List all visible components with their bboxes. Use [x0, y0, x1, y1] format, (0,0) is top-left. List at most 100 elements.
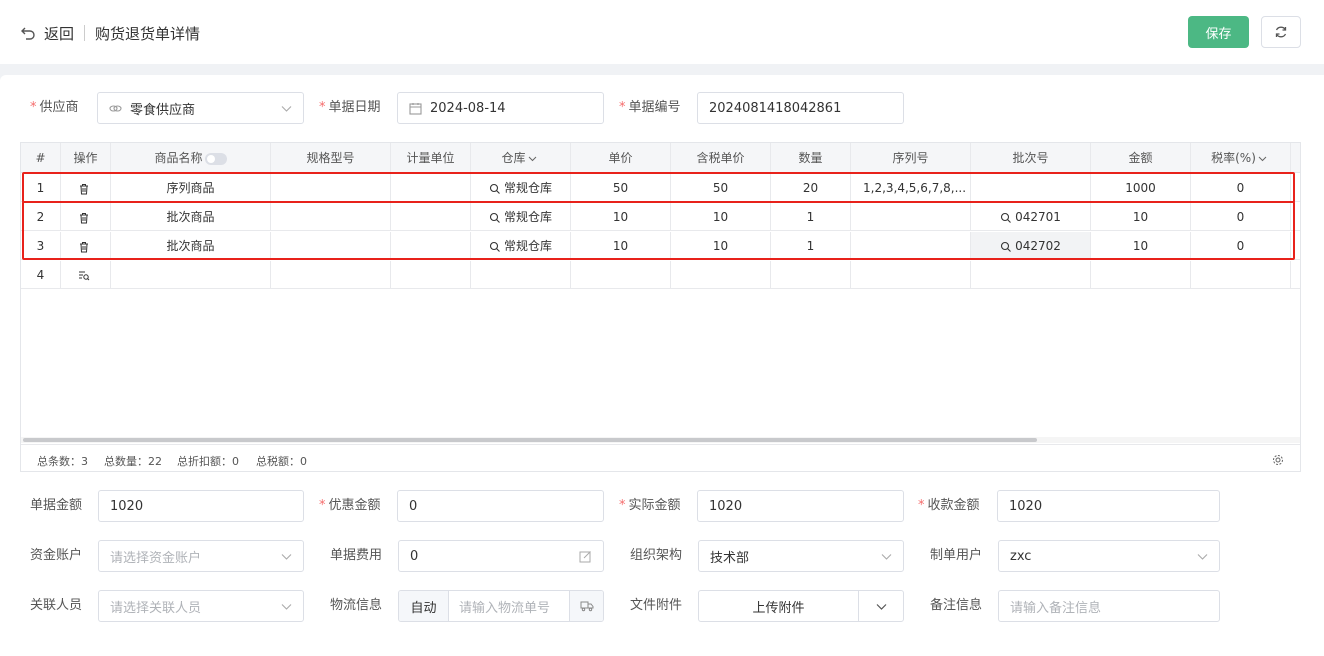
received-amount-input[interactable]: 1020: [997, 490, 1220, 522]
col-tax-rate[interactable]: 税率(%): [1191, 143, 1291, 173]
serial-cell[interactable]: [851, 261, 971, 289]
page-header: 返回 购货退货单详情 保存: [0, 0, 1324, 64]
creator-label: 制单用户: [930, 548, 983, 563]
col-amount: 金额: [1091, 143, 1191, 173]
upload-attachment-button[interactable]: 上传附件: [698, 590, 859, 622]
qty-cell[interactable]: 20: [771, 174, 851, 202]
bill-number-input[interactable]: 2024081418042861: [697, 92, 904, 124]
batch-cell-selected[interactable]: 042702: [971, 232, 1091, 260]
delete-button[interactable]: [61, 203, 111, 231]
bill-fee-input[interactable]: 0: [398, 540, 604, 572]
col-batch: 批次号: [971, 143, 1091, 173]
back-button[interactable]: 返回 购货退货单详情: [20, 22, 200, 44]
row-index: 3: [21, 232, 61, 260]
search-icon: [489, 183, 500, 194]
logistics-input[interactable]: 自动 请输入物流单号: [398, 590, 604, 622]
batch-cell[interactable]: [971, 261, 1091, 289]
tax-price-cell[interactable]: 10: [671, 203, 771, 231]
remark-input[interactable]: 请输入备注信息: [998, 590, 1220, 622]
spec-cell[interactable]: [271, 203, 391, 231]
undo-icon: [21, 27, 35, 40]
batch-cell[interactable]: 042701: [971, 203, 1091, 231]
search-goods-button[interactable]: [61, 261, 111, 289]
table-row[interactable]: 3 批次商品 常规仓库 10 10 1 042702 10 0: [21, 232, 1300, 260]
qty-cell[interactable]: [771, 261, 851, 289]
supplier-label: * 供应商: [30, 100, 79, 115]
qty-cell[interactable]: 1: [771, 232, 851, 260]
date-picker[interactable]: 2024-08-14: [397, 92, 604, 124]
delete-button[interactable]: [61, 174, 111, 202]
goods-name-cell[interactable]: 序列商品: [111, 174, 271, 202]
price-cell[interactable]: 10: [571, 203, 671, 231]
warehouse-cell[interactable]: [471, 261, 571, 289]
delete-button[interactable]: [61, 232, 111, 260]
amount-cell[interactable]: 10: [1091, 203, 1191, 231]
chevron-down-icon: [1197, 554, 1208, 560]
discount-amount-input[interactable]: 0: [397, 490, 604, 522]
table-row[interactable]: 1 序列商品 常规仓库 50 50 20 1,2,3,4,5,6,7,8,...…: [21, 174, 1300, 202]
supplier-select[interactable]: 零食供应商: [97, 92, 304, 124]
creator-select[interactable]: zxc: [998, 540, 1220, 572]
edit-icon[interactable]: [579, 550, 592, 563]
actual-amount-input[interactable]: 1020: [697, 490, 904, 522]
goods-name-toggle[interactable]: [204, 152, 227, 165]
trash-icon: [80, 212, 88, 223]
tax-rate-cell[interactable]: 0: [1191, 174, 1291, 202]
spec-cell[interactable]: [271, 232, 391, 260]
warehouse-cell[interactable]: 常规仓库: [471, 174, 571, 202]
related-person-select[interactable]: 请选择关联人员: [98, 590, 304, 622]
calendar-icon: [409, 102, 422, 115]
chevron-down-icon: [281, 554, 292, 560]
table-header: # 操作 商品名称 规格型号 计量单位 仓库 单价 含税单价 数量 序列号 批次…: [21, 143, 1300, 173]
price-cell[interactable]: [571, 261, 671, 289]
truck-icon: [580, 601, 593, 612]
price-cell[interactable]: 50: [571, 174, 671, 202]
tax-price-cell[interactable]: [671, 261, 771, 289]
table-row-empty[interactable]: 4: [21, 261, 1300, 289]
horizontal-scrollbar[interactable]: [21, 437, 1300, 443]
amount-cell[interactable]: 10: [1091, 232, 1191, 260]
unit-cell[interactable]: [391, 232, 471, 260]
settings-icon[interactable]: [1272, 454, 1284, 466]
org-select[interactable]: 技术部: [698, 540, 904, 572]
serial-cell[interactable]: [851, 232, 971, 260]
logistics-truck-button[interactable]: [569, 591, 603, 621]
chevron-down-icon: [1258, 156, 1267, 162]
warehouse-cell[interactable]: 常规仓库: [471, 232, 571, 260]
price-cell[interactable]: 10: [571, 232, 671, 260]
refresh-button[interactable]: [1261, 16, 1301, 48]
amount-cell[interactable]: [1091, 261, 1191, 289]
tax-rate-cell[interactable]: [1191, 261, 1291, 289]
bill-amount-input[interactable]: 1020: [98, 490, 304, 522]
amount-cell[interactable]: 1000: [1091, 174, 1191, 202]
unit-cell[interactable]: [391, 203, 471, 231]
spec-cell[interactable]: [271, 261, 391, 289]
goods-name-cell[interactable]: 批次商品: [111, 232, 271, 260]
goods-name-cell[interactable]: [111, 261, 271, 289]
table-row[interactable]: 2 批次商品 常规仓库 10 10 1 042701 10 0: [21, 203, 1300, 231]
unit-cell[interactable]: [391, 261, 471, 289]
batch-cell[interactable]: [971, 174, 1091, 202]
fund-account-select[interactable]: 请选择资金账户: [98, 540, 304, 572]
serial-cell[interactable]: [851, 203, 971, 231]
spec-cell[interactable]: [271, 174, 391, 202]
discount-amount-label: * 优惠金额: [319, 498, 381, 513]
trash-icon: [80, 183, 88, 194]
goods-name-cell[interactable]: 批次商品: [111, 203, 271, 231]
tax-price-cell[interactable]: 50: [671, 174, 771, 202]
tax-rate-cell[interactable]: 0: [1191, 232, 1291, 260]
qty-cell[interactable]: 1: [771, 203, 851, 231]
tax-price-cell[interactable]: 10: [671, 232, 771, 260]
attachment-dropdown-button[interactable]: [858, 590, 904, 622]
col-tax-price: 含税单价: [671, 143, 771, 173]
scrollbar-thumb[interactable]: [23, 438, 1037, 442]
warehouse-cell[interactable]: 常规仓库: [471, 203, 571, 231]
col-warehouse[interactable]: 仓库: [471, 143, 571, 173]
logistics-auto-button[interactable]: 自动: [399, 591, 449, 621]
col-action: 操作: [61, 143, 111, 173]
tax-rate-cell[interactable]: 0: [1191, 203, 1291, 231]
save-button[interactable]: 保存: [1188, 16, 1249, 48]
serial-cell[interactable]: 1,2,3,4,5,6,7,8,...: [851, 174, 971, 202]
unit-cell[interactable]: [391, 174, 471, 202]
search-icon: [1001, 241, 1011, 252]
